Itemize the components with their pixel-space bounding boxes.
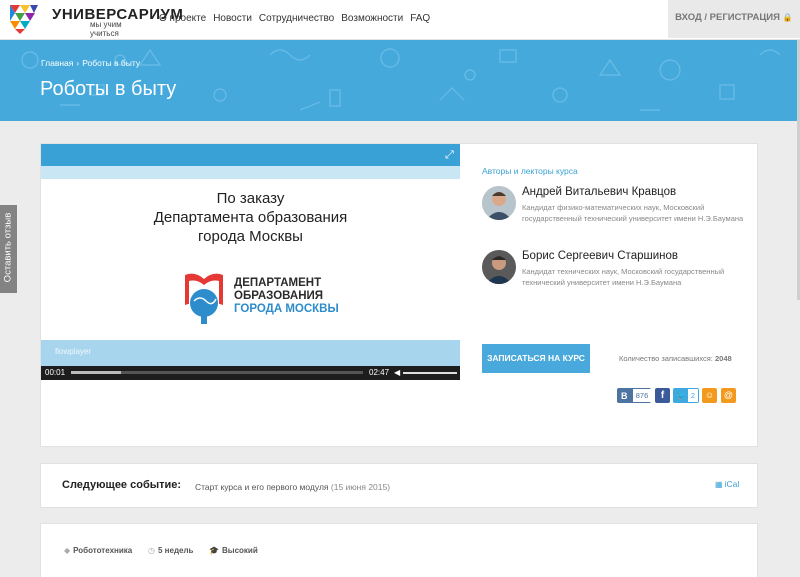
twitter-share-count: 2: [688, 389, 698, 402]
dept-line-3: ГОРОДА МОСКВЫ: [234, 303, 339, 315]
event-date: (15 июня 2015): [330, 482, 391, 492]
ical-label: iCal: [724, 479, 740, 489]
author-description: Кандидат физико-математических наук, Мос…: [522, 203, 744, 223]
video-line-3: города Москвы: [198, 228, 303, 245]
nav-faq[interactable]: FAQ: [410, 13, 430, 24]
nav-features[interactable]: Возможности: [341, 13, 403, 24]
department-name: ДЕПАРТАМЕНТ ОБРАЗОВАНИЯ ГОРОДА МОСКВЫ: [234, 277, 339, 316]
tag-duration-label: 5 недель: [157, 546, 194, 555]
video-progress-fill: [71, 371, 121, 374]
tag-level: 🎓 Высокий: [209, 546, 258, 555]
author-name[interactable]: Борис Сергеевич Старшинов: [522, 250, 678, 262]
site-header: УНИВЕРСАРИУМ мы учим учиться О проекте Н…: [0, 0, 800, 40]
department-emblem-icon: [185, 273, 223, 324]
avatar[interactable]: [482, 250, 516, 284]
video-line-1: По заказу: [216, 190, 285, 207]
authors-title: Авторы и лекторы курса: [482, 166, 578, 176]
course-info-card: ◆ Робототехника ◷ 5 недель 🎓 Высокий: [40, 523, 758, 577]
main-nav: О проекте Новости Сотрудничество Возможн…: [159, 13, 430, 24]
video-progress-bar[interactable]: [71, 371, 363, 374]
tag-icon: ◆: [64, 546, 71, 555]
share-vk-button[interactable]: В 876: [617, 388, 651, 403]
share-odnoklassniki-button[interactable]: ☺: [702, 388, 717, 403]
video-player[interactable]: ⤢ По заказу Департамента образования гор…: [41, 144, 460, 380]
course-card: ⤢ По заказу Департамента образования гор…: [40, 143, 758, 447]
author-description: Кандидат технических наук, Московский го…: [522, 267, 725, 287]
logo-mark-icon: [10, 5, 38, 34]
twitter-icon: 🐦: [675, 390, 687, 400]
logo-tagline: мы учим учиться: [90, 20, 122, 38]
tag-category-label: Робототехника: [73, 546, 133, 555]
fullscreen-icon[interactable]: ⤢: [445, 149, 454, 162]
enrollment-count: Количество записавшихся: 2048: [619, 354, 732, 363]
facebook-icon: f: [660, 390, 665, 401]
author-name[interactable]: Андрей Витальевич Кравцов: [522, 186, 676, 198]
tag-duration: ◷ 5 недель: [148, 546, 193, 555]
enrollment-count-label: Количество записавшихся:: [619, 354, 713, 363]
tag-level-label: Высокий: [221, 546, 258, 555]
lock-icon: 🔒: [782, 13, 793, 22]
vk-share-count: 876: [633, 389, 651, 402]
avatar[interactable]: [482, 186, 516, 220]
vk-icon: В: [621, 391, 628, 401]
chevron-right-icon: ›: [76, 58, 80, 68]
share-facebook-button[interactable]: f: [655, 388, 670, 403]
feedback-tab[interactable]: Оставить отзыв: [0, 205, 17, 293]
share-mailru-button[interactable]: @: [721, 388, 736, 403]
current-time: 00:01: [45, 368, 66, 377]
video-footer-band: [41, 340, 460, 366]
breadcrumb: Главная › Роботы в быту: [41, 58, 143, 68]
page-title: Роботы в быту: [40, 78, 177, 100]
total-time: 02:47: [369, 368, 390, 377]
feedback-label: Оставить отзыв: [2, 212, 14, 283]
dept-line-2: ОБРАЗОВАНИЯ: [234, 290, 324, 302]
volume-icon[interactable]: ◀: [394, 368, 400, 377]
share-twitter-button[interactable]: 🐦 2: [673, 388, 699, 403]
mailru-icon: @: [723, 390, 734, 400]
volume-slider[interactable]: [403, 372, 457, 374]
course-banner: Главная › Роботы в быту Роботы в быту: [0, 40, 800, 121]
clock-icon: ◷: [148, 546, 155, 555]
nav-about[interactable]: О проекте: [159, 13, 206, 24]
enrollment-count-value: 2048: [715, 354, 732, 363]
event-title: Старт курса и его первого модуля: [195, 482, 329, 492]
breadcrumb-current: Роботы в быту: [82, 58, 141, 68]
flowplayer-watermark: flowplayer: [55, 347, 92, 356]
odnoklassniki-icon: ☺: [704, 390, 715, 400]
video-header-band: [41, 144, 460, 166]
video-caption: По заказу Департамента образования город…: [41, 189, 460, 246]
graduation-cap-icon: 🎓: [209, 546, 219, 555]
video-line-2: Департамента образования: [153, 209, 348, 226]
breadcrumb-home[interactable]: Главная: [41, 58, 73, 68]
next-event-label: Следующее событие:: [62, 479, 182, 491]
video-controls: 00:01 02:47 ◀: [41, 366, 460, 380]
video-stripe: [41, 166, 460, 179]
login-label: ВХОД / РЕГИСТРАЦИЯ: [675, 12, 780, 23]
calendar-icon: ▦: [715, 480, 723, 489]
next-event-text: Старт курса и его первого модуля (15 июн…: [195, 482, 390, 492]
login-button[interactable]: ВХОД / РЕГИСТРАЦИЯ 🔒: [668, 0, 800, 38]
logo[interactable]: УНИВЕРСАРИУМ мы учим учиться: [8, 3, 183, 38]
nav-news[interactable]: Новости: [213, 13, 252, 24]
enroll-button[interactable]: ЗАПИСАТЬСЯ НА КУРС: [482, 344, 590, 373]
ical-link[interactable]: ▦ iCal: [715, 479, 739, 489]
tag-category[interactable]: ◆ Робототехника: [64, 546, 132, 555]
next-event-card: Следующее событие: Старт курса и его пер…: [40, 463, 758, 508]
dept-line-1: ДЕПАРТАМЕНТ: [234, 277, 322, 289]
nav-cooperation[interactable]: Сотрудничество: [259, 13, 334, 24]
